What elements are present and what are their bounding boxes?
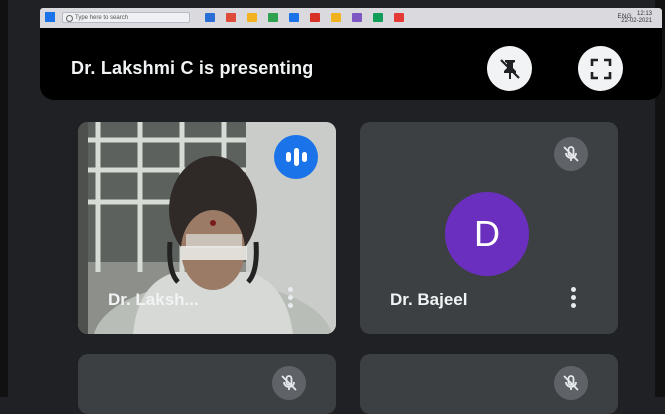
taskbar-search-placeholder: Type here to search	[75, 15, 129, 21]
clock-date: 22-02-2021	[621, 18, 652, 24]
participant-name: Dr. Laksh...	[108, 290, 199, 309]
video-frame-left-edge	[0, 0, 8, 397]
taskbar-app-icon	[268, 13, 278, 22]
taskbar-app-icon	[394, 13, 404, 22]
shared-screen-taskbar: Type here to search ENG 12:13 22-02-2021	[40, 8, 662, 28]
more-options-button[interactable]	[287, 287, 293, 308]
taskbar-app-icon	[331, 13, 341, 22]
pin-off-icon	[499, 58, 520, 79]
taskbar-app-icon	[373, 13, 383, 22]
participant-tile-lakshmi[interactable]: Dr. Laksh...	[78, 122, 336, 334]
taskbar-app-icon	[226, 13, 236, 22]
mic-off-icon	[554, 366, 588, 400]
participant-tile-3[interactable]	[78, 354, 336, 414]
speaking-indicator	[274, 135, 318, 179]
search-icon	[66, 15, 73, 22]
taskbar-app-icon	[289, 13, 299, 22]
participant-tile-4[interactable]	[360, 354, 618, 414]
presenting-text: Dr. Lakshmi C is presenting	[71, 58, 314, 78]
avatar: D	[445, 192, 529, 276]
participant-tile-bajeel[interactable]: D Dr. Bajeel	[360, 122, 618, 334]
fullscreen-button[interactable]	[578, 46, 623, 91]
clock-time: 12:13	[636, 11, 652, 17]
windows-start-icon	[45, 12, 55, 22]
mic-off-icon	[272, 366, 306, 400]
taskbar-search-field: Type here to search	[62, 12, 190, 23]
taskbar-app-icon	[310, 13, 320, 22]
more-options-button[interactable]	[570, 287, 576, 308]
unpin-button[interactable]	[487, 46, 532, 91]
system-clock: 12:13 22-02-2021	[621, 11, 652, 25]
mic-off-icon	[554, 137, 588, 171]
taskbar-app-icon	[247, 13, 257, 22]
participant-name: Dr. Bajeel	[390, 290, 468, 309]
taskbar-app-icon	[352, 13, 362, 22]
presenting-banner: Dr. Lakshmi C is presenting	[40, 28, 662, 100]
taskbar-app-icon	[205, 13, 215, 22]
fullscreen-icon	[590, 58, 611, 79]
